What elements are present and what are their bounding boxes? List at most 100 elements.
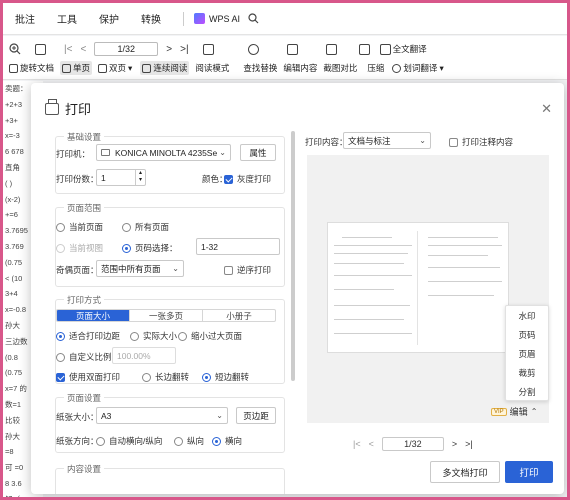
landscape-radio[interactable]: 横向: [212, 435, 242, 447]
portrait-radio[interactable]: 纵向: [174, 435, 204, 447]
odd-even-select[interactable]: 范围中所有页面 ⌄: [96, 260, 184, 277]
first-page-icon[interactable]: |<: [353, 439, 361, 449]
reading-mode-button[interactable]: 阅读模式: [195, 62, 229, 74]
grayscale-checkbox[interactable]: 灰度打印: [224, 173, 271, 185]
long-edge-radio[interactable]: 长边翻转: [142, 371, 189, 383]
paper-settings-section: 页面设置 纸张大小： A3 ⌄ 页边距 纸张方向： 自动横向/纵向 纵向 横向: [55, 392, 285, 453]
menu-convert[interactable]: 转换: [141, 11, 161, 26]
select-translate-button[interactable]: 划词翻译 ▾: [392, 62, 444, 74]
double-page-button[interactable]: 双页 ▾: [98, 62, 132, 74]
orientation-label: 纸张方向：: [56, 436, 99, 446]
page-select-input[interactable]: 1-32: [196, 238, 280, 255]
next-page-icon[interactable]: >: [166, 44, 172, 55]
settings-scrollbar[interactable]: [291, 131, 295, 381]
radio-selected-icon: [56, 331, 65, 341]
edit-content-button[interactable]: 编辑内容: [283, 62, 317, 74]
menu-page-number[interactable]: 页码: [506, 325, 548, 344]
print-content-select[interactable]: 文档与标注 ⌄: [343, 132, 431, 149]
book-icon[interactable]: [202, 43, 214, 55]
auto-orientation-radio[interactable]: 自动横向/纵向: [96, 435, 162, 447]
menu-header[interactable]: 页眉: [506, 344, 548, 363]
share-icon[interactable]: [35, 43, 46, 55]
close-icon[interactable]: ✕: [541, 101, 552, 117]
menu-tools[interactable]: 工具: [57, 11, 77, 26]
page-range-section: 页面范围 当前页面 所有页面 当前视图 页码选择： 1-32 奇偶页面： 范围中…: [55, 202, 285, 287]
printer-icon: [45, 98, 59, 115]
menu-split[interactable]: 分割: [506, 382, 548, 401]
screenshot-compare-button[interactable]: 截图对比: [323, 62, 357, 74]
tab-page-size[interactable]: 页面大小: [57, 310, 130, 321]
compress-button[interactable]: 压缩: [367, 62, 384, 74]
copies-label: 打印份数：: [56, 174, 99, 184]
radio-icon: [142, 372, 151, 382]
duplex-label: 使用双面打印: [69, 372, 121, 382]
fit-margin-radio[interactable]: 适合打印边距: [56, 330, 120, 342]
continuous-read-button[interactable]: 连续阅读: [140, 61, 190, 75]
compress-icon[interactable]: [358, 43, 370, 55]
single-page-button[interactable]: 单页: [60, 61, 93, 75]
double-page-label: 双页: [109, 63, 127, 73]
screenshot-compare-icon[interactable]: [325, 43, 337, 55]
print-content-value: 文档与标注: [348, 135, 391, 146]
first-page-icon[interactable]: |<: [64, 44, 72, 55]
edit-content-icon[interactable]: [286, 43, 298, 55]
printer-select[interactable]: KONICA MINOLTA 4235Seri ⌄: [96, 144, 231, 161]
paper-settings-title: 页面设置: [64, 392, 105, 404]
menu-bar: 批注 工具 保护 转换 WPS AI: [3, 3, 567, 35]
page-number-input[interactable]: 1/32: [94, 42, 159, 56]
chevron-down-icon: ⌄: [419, 136, 426, 145]
edit-dropdown-button[interactable]: VIP 编辑 ⌃: [491, 405, 537, 418]
print-annotations-checkbox[interactable]: 打印注释内容: [449, 136, 513, 148]
reverse-checkbox[interactable]: 逆序打印: [224, 264, 271, 276]
last-page-icon[interactable]: >|: [465, 439, 473, 449]
prev-page-icon[interactable]: <: [369, 439, 374, 449]
print-button[interactable]: 打印: [505, 461, 553, 483]
print-dialog: 打印 ✕ 基础设置 打印机： KONICA MINOLTA 4235Seri ⌄…: [31, 83, 564, 494]
radio-selected-icon: [212, 436, 221, 446]
radio-selected-icon: [202, 372, 211, 382]
wps-ai-button[interactable]: WPS AI: [194, 13, 240, 24]
short-edge-radio[interactable]: 短边翻转: [202, 371, 249, 383]
multi-document-print-button[interactable]: 多文档打印: [430, 461, 500, 483]
actual-size-radio[interactable]: 实际大小: [130, 330, 177, 342]
rotate-label: 旋转文档: [20, 63, 55, 73]
tab-booklet[interactable]: 小册子: [203, 310, 275, 321]
prev-page-icon[interactable]: <: [80, 44, 86, 55]
duplex-checkbox[interactable]: 使用双面打印: [56, 371, 120, 383]
full-translate-button[interactable]: 全文翻译: [379, 43, 427, 55]
odd-even-value: 范围中所有页面: [101, 263, 161, 274]
tab-multi-page[interactable]: 一张多页: [130, 310, 203, 321]
next-page-icon[interactable]: >: [452, 439, 457, 449]
basic-settings-section: 基础设置 打印机： KONICA MINOLTA 4235Seri ⌄ 属性 打…: [55, 131, 285, 194]
shrink-radio[interactable]: 缩小过大页面: [178, 330, 242, 342]
menu-protect[interactable]: 保护: [99, 11, 119, 26]
rotate-doc-button[interactable]: 旋转文档: [9, 62, 54, 74]
current-view-label: 当前视图: [69, 243, 104, 253]
search-icon[interactable]: [248, 13, 259, 24]
chevron-down-icon: ⌄: [216, 411, 223, 420]
page-select-label: 页码选择：: [135, 243, 178, 253]
paper-size-select[interactable]: A3 ⌄: [96, 407, 228, 424]
all-pages-radio[interactable]: 所有页面: [122, 221, 169, 233]
custom-scale-radio[interactable]: 自定义比例: [56, 351, 112, 363]
margin-button[interactable]: 页边距: [236, 407, 276, 424]
current-view-radio[interactable]: 当前视图: [56, 242, 103, 254]
menu-annotate[interactable]: 批注: [15, 11, 35, 26]
print-mode-section: 打印方式 页面大小 一张多页 小册子 适合打印边距 实际大小 缩小过大页面 自定…: [55, 294, 285, 384]
menu-watermark[interactable]: 水印: [506, 306, 548, 325]
content-settings-title: 内容设置: [64, 463, 105, 475]
zoom-in-icon[interactable]: [9, 43, 21, 55]
last-page-icon[interactable]: >|: [180, 44, 188, 55]
properties-button[interactable]: 属性: [240, 144, 276, 161]
page-select-radio[interactable]: 页码选择：: [122, 242, 178, 254]
scale-input[interactable]: 100.00%: [112, 347, 176, 364]
find-icon[interactable]: [247, 43, 259, 55]
current-page-radio[interactable]: 当前页面: [56, 221, 103, 233]
stepper-icon[interactable]: ▴ ▾: [135, 170, 145, 185]
copies-input[interactable]: 1 ▴ ▾: [96, 169, 146, 186]
wps-ai-label: WPS AI: [209, 13, 241, 24]
preview-page-input[interactable]: 1/32: [381, 437, 444, 451]
settings-pane: 基础设置 打印机： KONICA MINOLTA 4235Seri ⌄ 属性 打…: [45, 130, 289, 494]
menu-crop[interactable]: 裁剪: [506, 363, 548, 382]
find-replace-button[interactable]: 查找替换: [243, 62, 277, 74]
